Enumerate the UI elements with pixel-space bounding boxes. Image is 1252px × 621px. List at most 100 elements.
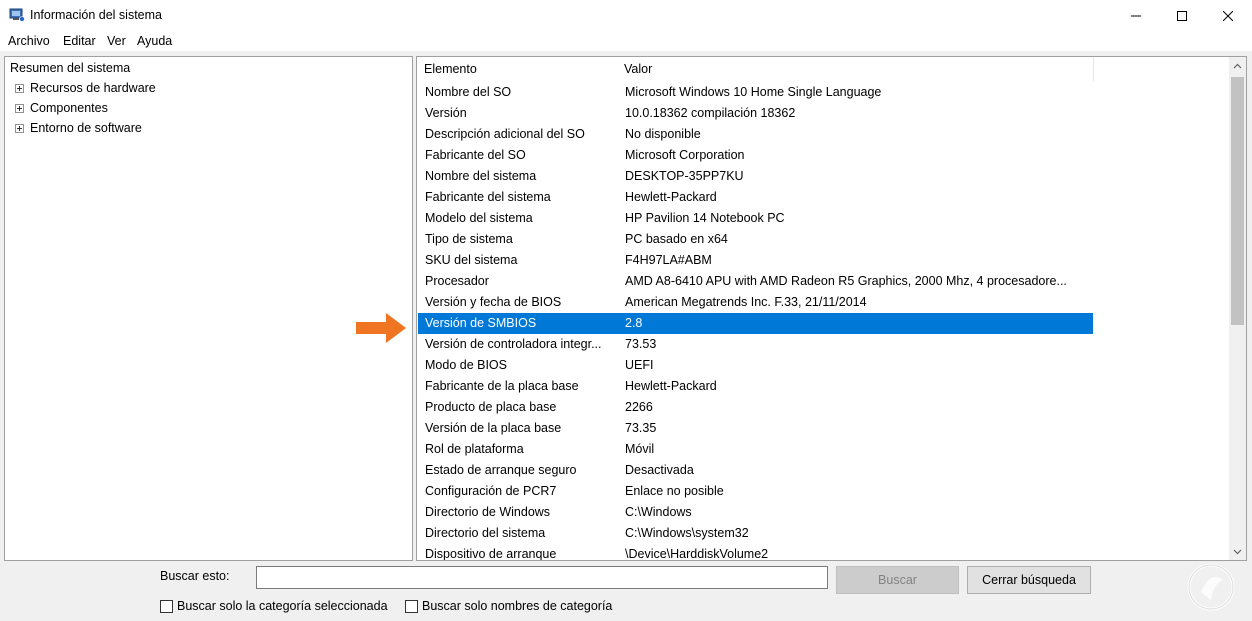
cell-elemento: Producto de placa base [425,400,557,414]
cell-valor: C:\Windows\system32 [625,526,749,540]
cell-elemento: Configuración de PCR7 [425,484,557,498]
menu-archivo[interactable]: Archivo [8,34,50,48]
search-button[interactable]: Buscar [836,566,959,594]
details-list[interactable]: Elemento Valor Nombre del SO Microsoft Wi… [416,56,1247,561]
search-input[interactable] [256,566,828,589]
table-row[interactable]: Nombre del SO Microsoft Windows 10 Home S… [418,82,1093,103]
cell-elemento: SKU del sistema [425,253,518,267]
cell-elemento: Versión y fecha de BIOS [425,295,562,309]
menu-ver[interactable]: Ver [107,34,126,48]
category-tree[interactable]: Resumen del sistema Recursos de hardware… [4,56,413,561]
cell-valor: Microsoft Corporation [625,148,745,162]
cell-elemento: Nombre del sistema [425,169,537,183]
cell-valor: \Device\HarddiskVolume2 [625,547,769,561]
scroll-up-button[interactable] [1229,57,1246,74]
checkbox-category-only[interactable]: Buscar solo la categoría seleccionada [160,598,388,614]
checkbox-label: Buscar solo nombres de categoría [422,599,613,613]
close-button[interactable] [1205,0,1251,31]
cell-valor: Hewlett-Packard [625,190,717,204]
cell-elemento: Versión de la placa base [425,421,562,435]
cell-valor: PC basado en x64 [625,232,728,246]
cell-valor: 73.35 [625,421,657,435]
chevron-down-icon [1233,549,1242,554]
table-row[interactable]: Fabricante de la placa base Hewlett-Packa… [418,376,1093,397]
close-icon [1223,10,1233,21]
cell-elemento: Fabricante de la placa base [425,379,579,393]
column-header-valor[interactable]: Valor [617,57,1093,81]
cell-valor: Enlace no posible [625,484,724,498]
checkbox-label: Buscar solo la categoría seleccionada [177,599,388,613]
table-row[interactable]: Versión de controladora integr... 73.53 [418,334,1093,355]
cell-elemento: Tipo de sistema [425,232,513,246]
table-row[interactable]: Versión de la placa base 73.35 [418,418,1093,439]
table-row[interactable]: Tipo de sistema PC basado en x64 [418,229,1093,250]
tree-item-label: Recursos de hardware [30,81,156,95]
table-row[interactable]: SKU del sistema F4H97LA#ABM [418,250,1093,271]
expand-icon[interactable] [15,104,24,113]
maximize-button[interactable] [1159,0,1205,31]
tree-item-label: Componentes [30,101,108,115]
table-row[interactable]: Dispositivo de arranque \Device\HarddiskV… [418,544,1093,561]
table-row[interactable]: Rol de plataforma Móvil [418,439,1093,460]
cell-valor: 2.8 [625,316,643,330]
chevron-up-icon [1233,63,1242,68]
table-row[interactable]: Configuración de PCR7 Enlace no posible [418,481,1093,502]
cell-valor: HP Pavilion 14 Notebook PC [625,211,785,225]
clear-search-button[interactable]: Cerrar búsqueda [967,566,1091,594]
watermark-logo [1187,563,1235,611]
column-header-elemento[interactable]: Elemento [417,57,617,81]
menu-ayuda[interactable]: Ayuda [137,34,172,48]
cell-elemento: Descripción adicional del SO [425,127,585,141]
cell-valor: Microsoft Windows 10 Home Single Languag… [625,85,882,99]
menu-editar[interactable]: Editar [63,34,96,48]
vertical-scrollbar[interactable] [1229,57,1246,560]
cell-valor: 10.0.18362 compilación 18362 [625,106,796,120]
cell-elemento: Modo de BIOS [425,358,507,372]
cell-valor: 2266 [625,400,653,414]
checkbox-names-only[interactable]: Buscar solo nombres de categoría [405,598,612,614]
cell-elemento: Directorio del sistema [425,526,546,540]
cell-elemento: Estado de arranque seguro [425,463,577,477]
table-row[interactable]: Versión 10.0.18362 compilación 18362 [418,103,1093,124]
scroll-down-button[interactable] [1229,543,1246,560]
table-row[interactable]: Producto de placa base 2266 [418,397,1093,418]
cell-elemento: Procesador [425,274,489,288]
checkbox[interactable] [160,599,173,613]
title-bar: Información del sistema [0,0,1252,31]
cell-valor: Móvil [625,442,655,456]
checkbox[interactable] [405,599,418,613]
system-info-icon [9,8,25,22]
cell-elemento: Nombre del SO [425,85,512,99]
table-row[interactable]: Nombre del sistema DESKTOP-35PP7KU [418,166,1093,187]
tree-item-resumen[interactable]: Resumen del sistema [10,59,130,77]
table-row[interactable]: Procesador AMD A8-6410 APU with AMD Radeo… [418,271,1093,292]
table-row[interactable]: Modelo del sistema HP Pavilion 14 Noteboo… [418,208,1093,229]
table-row[interactable]: Directorio del sistema C:\Windows\system3… [418,523,1093,544]
minimize-icon [1131,15,1141,16]
table-row[interactable]: Directorio de Windows C:\Windows [418,502,1093,523]
search-label: Buscar esto: [160,569,230,583]
table-row[interactable]: Fabricante del SO Microsoft Corporation [418,145,1093,166]
table-row[interactable]: Versión y fecha de BIOS American Megatren… [418,292,1093,313]
table-row[interactable]: Estado de arranque seguro Desactivada [418,460,1093,481]
table-row[interactable]: Versión de SMBIOS 2.8 [418,313,1093,334]
orange-arrow-icon [356,313,406,343]
cell-valor: F4H97LA#ABM [625,253,712,267]
cell-valor: 73.53 [625,337,657,351]
expand-icon[interactable] [15,124,24,133]
column-separator[interactable] [1093,57,1094,81]
menu-bar: Archivo Editar Ver Ayuda [0,31,1252,51]
minimize-button[interactable] [1113,0,1159,31]
cell-elemento: Versión de controladora integr... [425,337,602,351]
table-row[interactable]: Fabricante del sistema Hewlett-Packard [418,187,1093,208]
cell-elemento: Dispositivo de arranque [425,547,557,561]
expand-icon[interactable] [15,84,24,93]
cell-valor: American Megatrends Inc. F.33, 21/11/201… [625,295,867,309]
table-row[interactable]: Descripción adicional del SO No disponibl… [418,124,1093,145]
cell-valor: Desactivada [625,463,694,477]
cell-valor: UEFI [625,358,654,372]
cell-valor: Hewlett-Packard [625,379,717,393]
table-row[interactable]: Modo de BIOS UEFI [418,355,1093,376]
cell-elemento: Versión de SMBIOS [425,316,537,330]
scroll-thumb[interactable] [1231,77,1244,325]
